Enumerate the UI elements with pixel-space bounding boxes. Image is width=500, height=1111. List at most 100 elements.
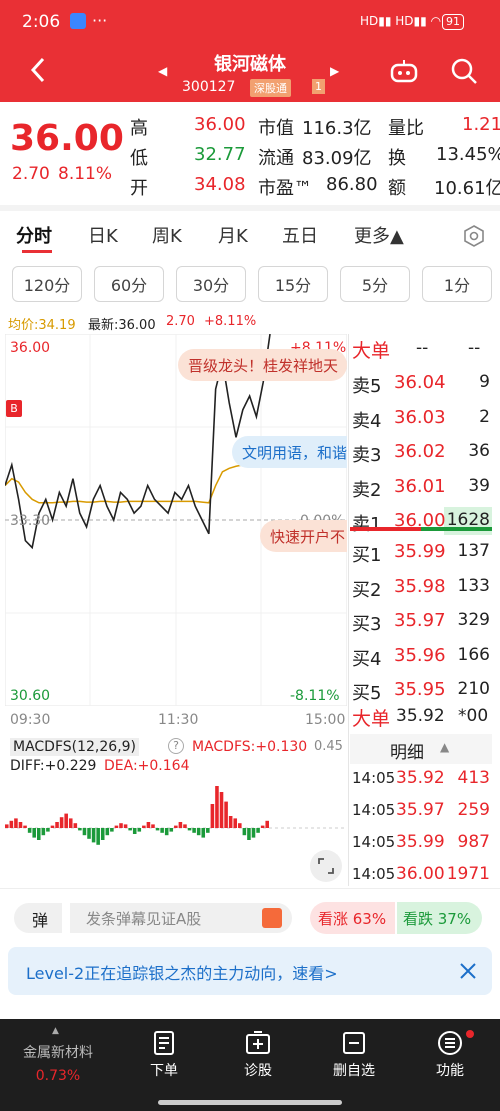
macd-bar	[210, 804, 215, 828]
macd-bar	[174, 825, 178, 828]
bid-row[interactable]: 买1 35.99 137	[350, 538, 492, 568]
nav-order[interactable]: 下单	[124, 1030, 204, 1080]
macd-value: MACDFS:+0.130	[192, 739, 308, 755]
tab-weekly[interactable]: 周K	[152, 222, 182, 248]
close-icon[interactable]	[460, 963, 476, 979]
latest-change-label: 2.70	[166, 314, 195, 329]
bid-row[interactable]: 买2 35.98 133	[350, 573, 492, 603]
ask-volume: 39	[468, 475, 490, 496]
gift-icon[interactable]	[262, 908, 282, 928]
open-label: 开	[130, 178, 148, 199]
turnover-label: 换	[388, 148, 406, 169]
avg-price-line	[5, 457, 271, 504]
macd-bar	[110, 828, 114, 832]
search-button[interactable]	[446, 54, 482, 88]
chart-settings-button[interactable]	[460, 222, 488, 250]
macd-bar	[123, 824, 128, 828]
ask-row[interactable]: 卖1 36.00 1628	[350, 507, 492, 537]
tab-daily[interactable]: 日K	[88, 222, 118, 248]
bid-price: 35.95	[394, 679, 446, 700]
ask-row[interactable]: 卖3 36.02 36	[350, 438, 492, 468]
ask-row[interactable]: 卖2 36.01 39	[350, 473, 492, 503]
avg-price-label: 均价:34.19	[8, 318, 76, 333]
robot-icon	[390, 60, 418, 83]
help-icon[interactable]: ?	[168, 738, 184, 754]
high-value: 36.00	[194, 114, 246, 135]
battery-level: 91	[446, 15, 460, 28]
bid-level: 买1	[352, 545, 382, 566]
period-60min[interactable]: 60分	[94, 266, 164, 302]
period-30min[interactable]: 30分	[176, 266, 246, 302]
period-15min[interactable]: 15分	[258, 266, 328, 302]
sector-pct: 0.73%	[35, 1068, 81, 1084]
diff-value: DIFF:+0.229	[10, 758, 97, 774]
mcap-value: 116.3亿	[302, 118, 372, 139]
macd-bar	[14, 818, 18, 828]
macd-indicator-select[interactable]: MACDFS(12,26,9)	[10, 738, 140, 756]
macd-bar	[219, 792, 224, 828]
tab-more[interactable]: 更多▲	[354, 222, 404, 248]
bid-row[interactable]: 买3 35.97 329	[350, 607, 492, 637]
tab-five-day[interactable]: 五日	[282, 222, 318, 248]
tick-row: 14:05 35.92 413	[350, 766, 492, 794]
danmaku-bubble-3[interactable]: 快速开户不	[260, 520, 347, 552]
nav-diagnose[interactable]: 诊股	[218, 1030, 298, 1080]
big-order-price: --	[416, 338, 429, 358]
expand-up-icon[interactable]: ▲	[52, 1026, 59, 1036]
ask-row[interactable]: 卖5 36.04 9	[350, 369, 492, 399]
fullscreen-button[interactable]	[310, 850, 342, 882]
diagnose-icon	[246, 1031, 270, 1054]
bullish-vote-button[interactable]: 看涨 63%	[310, 902, 395, 934]
macd-bar	[238, 823, 242, 828]
ask-row[interactable]: 卖4 36.03 2	[350, 404, 492, 434]
mcap-label: 市值	[258, 118, 294, 139]
robot-assistant-button[interactable]	[386, 54, 422, 88]
macd-bar	[41, 828, 46, 836]
banner-text: Level-2正在追踪银之杰的主力动向，速看>	[26, 964, 338, 983]
macd-bar	[64, 813, 68, 828]
buy-marker[interactable]: B	[6, 400, 22, 417]
bid-price: 35.98	[394, 575, 446, 597]
y-axis-max: 36.00	[10, 340, 51, 356]
macd-bar	[46, 828, 50, 832]
macd-bar	[215, 786, 219, 828]
bid-row[interactable]: 买5 35.95 210	[350, 676, 492, 706]
period-5min[interactable]: 5分	[340, 266, 410, 302]
tab-monthly[interactable]: 月K	[218, 222, 248, 248]
bid-level: 买5	[352, 683, 382, 704]
macd-bar	[96, 828, 100, 845]
macd-bar	[55, 822, 59, 828]
macd-bar	[228, 816, 233, 828]
period-1min[interactable]: 1分	[422, 266, 492, 302]
bearish-vote-button[interactable]: 看跌 37%	[397, 902, 482, 934]
macd-bar	[132, 828, 137, 834]
ask-level: 卖5	[352, 376, 382, 397]
macd-bar	[18, 822, 23, 828]
danmaku-bubble-2[interactable]: 文明用语，和谐	[232, 436, 347, 468]
level2-banner[interactable]: Level-2正在追踪银之杰的主力动向，速看>	[8, 947, 492, 995]
tab-intraday[interactable]: 分时	[16, 222, 52, 248]
danmaku-bubble-1[interactable]: 晋级龙头！桂发祥地天	[178, 349, 347, 381]
volume-ratio-value: 1.21	[462, 114, 500, 135]
detail-header[interactable]: 明细 ▲	[350, 734, 492, 764]
ask-price: 36.01	[394, 475, 446, 497]
macd-bar	[160, 828, 164, 833]
sector-name[interactable]: 金属新材料	[0, 1042, 116, 1062]
next-stock-button[interactable]: ▶	[330, 64, 339, 78]
macd-bar	[142, 825, 146, 828]
detail-arrow-icon: ▲	[440, 740, 450, 754]
nav-functions[interactable]: 功能	[410, 1030, 490, 1080]
period-120min[interactable]: 120分	[12, 266, 82, 302]
danmaku-toggle[interactable]: 弹	[14, 903, 62, 933]
macd-bar	[36, 828, 41, 840]
macd-chart[interactable]	[5, 776, 347, 886]
danmaku-input[interactable]: 发条弹幕见证A股	[70, 903, 292, 933]
buy-sell-ratio-bar	[350, 527, 492, 531]
macd-bar	[247, 828, 251, 840]
nav-remove-label: 删自选	[333, 1063, 375, 1079]
bid-row[interactable]: 买4 35.96 166	[350, 642, 492, 672]
tick-time: 14:05	[352, 833, 396, 851]
nav-remove-watchlist[interactable]: 删自选	[314, 1030, 394, 1080]
macd-bar	[87, 828, 91, 839]
tick-volume: 987	[457, 832, 490, 852]
